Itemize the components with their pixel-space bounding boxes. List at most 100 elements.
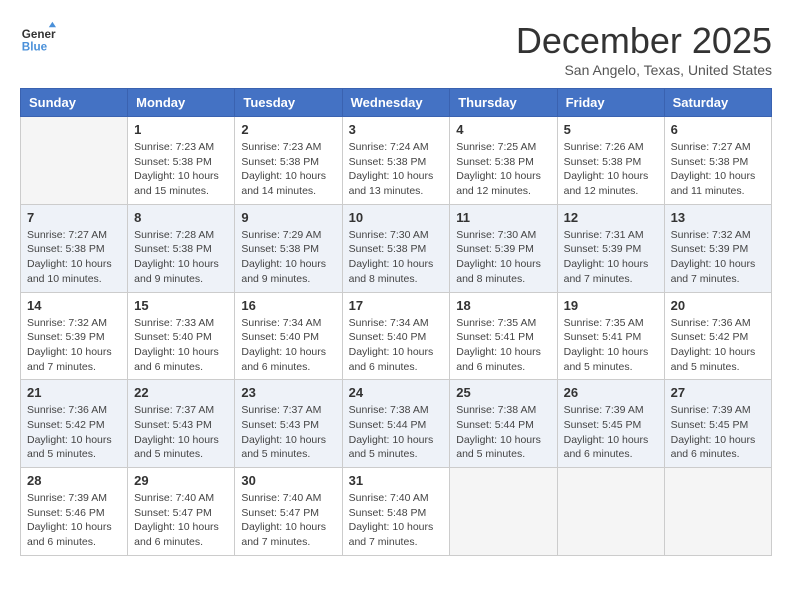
day-number: 17 [349, 298, 444, 313]
day-info: Sunrise: 7:34 AMSunset: 5:40 PMDaylight:… [241, 316, 335, 375]
day-info: Sunrise: 7:36 AMSunset: 5:42 PMDaylight:… [27, 403, 121, 462]
day-info: Sunrise: 7:40 AMSunset: 5:48 PMDaylight:… [349, 491, 444, 550]
title-area: December 2025 San Angelo, Texas, United … [516, 20, 772, 78]
day-number: 11 [456, 210, 550, 225]
day-info: Sunrise: 7:23 AMSunset: 5:38 PMDaylight:… [241, 140, 335, 199]
calendar-cell: 9 Sunrise: 7:29 AMSunset: 5:38 PMDaylight… [235, 204, 342, 292]
calendar-cell: 11 Sunrise: 7:30 AMSunset: 5:39 PMDayligh… [450, 204, 557, 292]
day-number: 21 [27, 385, 121, 400]
svg-text:General: General [22, 28, 56, 41]
weekday-header-monday: Monday [128, 89, 235, 117]
day-number: 19 [564, 298, 658, 313]
calendar-cell: 25 Sunrise: 7:38 AMSunset: 5:44 PMDayligh… [450, 380, 557, 468]
day-number: 2 [241, 122, 335, 137]
day-number: 13 [671, 210, 765, 225]
calendar-cell: 12 Sunrise: 7:31 AMSunset: 5:39 PMDayligh… [557, 204, 664, 292]
calendar-table: SundayMondayTuesdayWednesdayThursdayFrid… [20, 88, 772, 556]
calendar-cell [664, 468, 771, 556]
day-info: Sunrise: 7:39 AMSunset: 5:46 PMDaylight:… [27, 491, 121, 550]
calendar-cell: 31Sunrise: 7:40 AMSunset: 5:48 PMDayligh… [342, 468, 450, 556]
day-number: 7 [27, 210, 121, 225]
calendar-cell: 21 Sunrise: 7:36 AMSunset: 5:42 PMDayligh… [21, 380, 128, 468]
calendar-cell [21, 117, 128, 205]
day-info: Sunrise: 7:39 AMSunset: 5:45 PMDaylight:… [564, 403, 658, 462]
day-number: 23 [241, 385, 335, 400]
day-number: 3 [349, 122, 444, 137]
day-number: 26 [564, 385, 658, 400]
day-info: Sunrise: 7:26 AMSunset: 5:38 PMDaylight:… [564, 140, 658, 199]
calendar-cell: 14 Sunrise: 7:32 AMSunset: 5:39 PMDayligh… [21, 292, 128, 380]
calendar-cell: 20 Sunrise: 7:36 AMSunset: 5:42 PMDayligh… [664, 292, 771, 380]
calendar-cell: 17 Sunrise: 7:34 AMSunset: 5:40 PMDayligh… [342, 292, 450, 380]
calendar-cell: 22Sunrise: 7:37 AMSunset: 5:43 PMDayligh… [128, 380, 235, 468]
day-number: 24 [349, 385, 444, 400]
day-number: 9 [241, 210, 335, 225]
calendar-cell: 28 Sunrise: 7:39 AMSunset: 5:46 PMDayligh… [21, 468, 128, 556]
day-info: Sunrise: 7:36 AMSunset: 5:42 PMDaylight:… [671, 316, 765, 375]
day-info: Sunrise: 7:30 AMSunset: 5:39 PMDaylight:… [456, 228, 550, 287]
calendar-cell: 27 Sunrise: 7:39 AMSunset: 5:45 PMDayligh… [664, 380, 771, 468]
day-info: Sunrise: 7:40 AMSunset: 5:47 PMDaylight:… [134, 491, 228, 550]
day-info: Sunrise: 7:23 AMSunset: 5:38 PMDaylight:… [134, 140, 228, 199]
day-info: Sunrise: 7:35 AMSunset: 5:41 PMDaylight:… [456, 316, 550, 375]
calendar-cell: 24Sunrise: 7:38 AMSunset: 5:44 PMDayligh… [342, 380, 450, 468]
day-number: 18 [456, 298, 550, 313]
day-info: Sunrise: 7:25 AMSunset: 5:38 PMDaylight:… [456, 140, 550, 199]
calendar-cell: 4 Sunrise: 7:25 AMSunset: 5:38 PMDaylight… [450, 117, 557, 205]
calendar-cell: 6 Sunrise: 7:27 AMSunset: 5:38 PMDaylight… [664, 117, 771, 205]
day-number: 28 [27, 473, 121, 488]
day-info: Sunrise: 7:39 AMSunset: 5:45 PMDaylight:… [671, 403, 765, 462]
day-info: Sunrise: 7:34 AMSunset: 5:40 PMDaylight:… [349, 316, 444, 375]
month-title: December 2025 [516, 20, 772, 62]
day-number: 30 [241, 473, 335, 488]
calendar-cell: 29 Sunrise: 7:40 AMSunset: 5:47 PMDayligh… [128, 468, 235, 556]
day-info: Sunrise: 7:28 AMSunset: 5:38 PMDaylight:… [134, 228, 228, 287]
weekday-header-thursday: Thursday [450, 89, 557, 117]
day-number: 25 [456, 385, 550, 400]
day-info: Sunrise: 7:31 AMSunset: 5:39 PMDaylight:… [564, 228, 658, 287]
calendar-cell [450, 468, 557, 556]
day-number: 6 [671, 122, 765, 137]
calendar-cell: 7Sunrise: 7:27 AMSunset: 5:38 PMDaylight… [21, 204, 128, 292]
day-info: Sunrise: 7:27 AMSunset: 5:38 PMDaylight:… [671, 140, 765, 199]
day-number: 29 [134, 473, 228, 488]
location: San Angelo, Texas, United States [516, 62, 772, 78]
day-number: 14 [27, 298, 121, 313]
day-info: Sunrise: 7:32 AMSunset: 5:39 PMDaylight:… [27, 316, 121, 375]
day-info: Sunrise: 7:24 AMSunset: 5:38 PMDaylight:… [349, 140, 444, 199]
calendar-cell: 16 Sunrise: 7:34 AMSunset: 5:40 PMDayligh… [235, 292, 342, 380]
day-info: Sunrise: 7:35 AMSunset: 5:41 PMDaylight:… [564, 316, 658, 375]
calendar-week-row: 21 Sunrise: 7:36 AMSunset: 5:42 PMDayligh… [21, 380, 772, 468]
calendar-week-row: 1 Sunrise: 7:23 AMSunset: 5:38 PMDaylight… [21, 117, 772, 205]
day-number: 12 [564, 210, 658, 225]
calendar-cell: 10 Sunrise: 7:30 AMSunset: 5:38 PMDayligh… [342, 204, 450, 292]
weekday-header-wednesday: Wednesday [342, 89, 450, 117]
day-number: 4 [456, 122, 550, 137]
day-number: 20 [671, 298, 765, 313]
weekday-header-sunday: Sunday [21, 89, 128, 117]
day-number: 10 [349, 210, 444, 225]
day-info: Sunrise: 7:29 AMSunset: 5:38 PMDaylight:… [241, 228, 335, 287]
calendar-cell: 23 Sunrise: 7:37 AMSunset: 5:43 PMDayligh… [235, 380, 342, 468]
calendar-cell: 15Sunrise: 7:33 AMSunset: 5:40 PMDayligh… [128, 292, 235, 380]
weekday-header-tuesday: Tuesday [235, 89, 342, 117]
day-info: Sunrise: 7:38 AMSunset: 5:44 PMDaylight:… [456, 403, 550, 462]
day-number: 16 [241, 298, 335, 313]
calendar-cell: 1 Sunrise: 7:23 AMSunset: 5:38 PMDaylight… [128, 117, 235, 205]
weekday-header-friday: Friday [557, 89, 664, 117]
calendar-cell: 5Sunrise: 7:26 AMSunset: 5:38 PMDaylight… [557, 117, 664, 205]
day-number: 1 [134, 122, 228, 137]
day-number: 15 [134, 298, 228, 313]
calendar-cell: 13Sunrise: 7:32 AMSunset: 5:39 PMDayligh… [664, 204, 771, 292]
calendar-cell: 18 Sunrise: 7:35 AMSunset: 5:41 PMDayligh… [450, 292, 557, 380]
svg-text:Blue: Blue [22, 41, 48, 54]
day-number: 27 [671, 385, 765, 400]
logo: General Blue [20, 20, 56, 56]
calendar-week-row: 14 Sunrise: 7:32 AMSunset: 5:39 PMDayligh… [21, 292, 772, 380]
day-info: Sunrise: 7:37 AMSunset: 5:43 PMDaylight:… [241, 403, 335, 462]
day-number: 8 [134, 210, 228, 225]
weekday-header-saturday: Saturday [664, 89, 771, 117]
day-info: Sunrise: 7:30 AMSunset: 5:38 PMDaylight:… [349, 228, 444, 287]
calendar-cell: 26 Sunrise: 7:39 AMSunset: 5:45 PMDayligh… [557, 380, 664, 468]
logo-icon: General Blue [20, 20, 56, 56]
